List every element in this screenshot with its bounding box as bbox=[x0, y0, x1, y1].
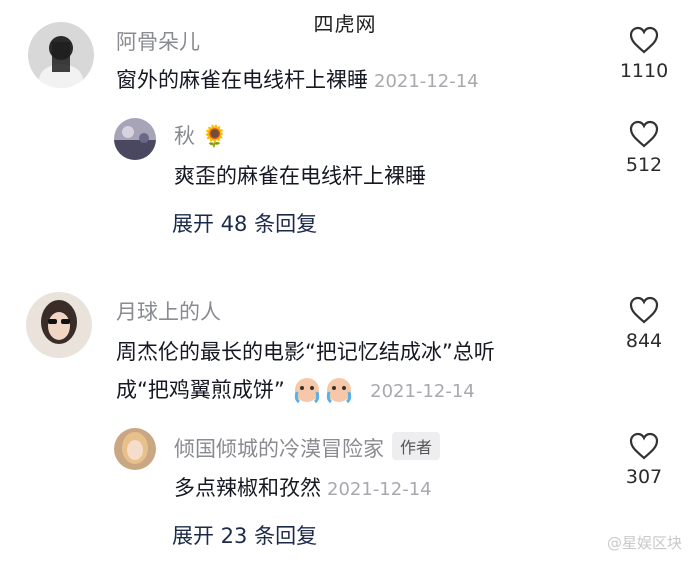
comment-date: 2021-12-14 bbox=[374, 71, 479, 92]
avatar[interactable] bbox=[114, 118, 156, 160]
reply-text: 多点辣椒和孜然 2021-12-14 bbox=[174, 472, 432, 502]
avatar[interactable] bbox=[26, 292, 92, 358]
reply-username[interactable]: 倾国倾城的冷漠冒险家 作者 bbox=[174, 432, 441, 463]
comment-text-line2: 成“把鸡翼煎成饼” 2021-12-14 bbox=[116, 374, 475, 408]
like-button[interactable]: 512 bbox=[614, 120, 674, 176]
like-button[interactable]: 1110 bbox=[614, 26, 674, 82]
expand-replies-button[interactable]: 展开 48 条回复 bbox=[172, 208, 317, 238]
comment-text: 窗外的麻雀在电线杆上裸睡 2021-12-14 bbox=[116, 64, 479, 94]
reply-text: 爽歪的麻雀在电线杆上裸睡 bbox=[174, 164, 426, 188]
like-count: 307 bbox=[625, 466, 663, 488]
like-count: 844 bbox=[625, 330, 663, 352]
avatar[interactable] bbox=[28, 22, 94, 88]
like-button[interactable]: 307 bbox=[614, 432, 674, 488]
reply-username[interactable]: 秋 🌻 bbox=[174, 120, 228, 150]
comment-date: 2021-12-14 bbox=[370, 381, 475, 402]
like-button[interactable]: 844 bbox=[614, 296, 674, 352]
like-count: 1110 bbox=[619, 60, 669, 82]
author-badge: 作者 bbox=[392, 432, 441, 460]
heart-icon bbox=[629, 26, 659, 54]
heart-icon bbox=[629, 120, 659, 148]
comment-body: 成“把鸡翼煎成饼” bbox=[116, 378, 285, 402]
comment-text-line1: 周杰伦的最长的电影“把记忆结成冰”总听 bbox=[116, 340, 495, 364]
sunflower-icon: 🌻 bbox=[201, 124, 228, 148]
crying-face-icon bbox=[291, 375, 357, 408]
reply-username-text: 秋 bbox=[174, 124, 195, 148]
avatar[interactable] bbox=[114, 428, 156, 470]
comment-username[interactable]: 月球上的人 bbox=[116, 296, 221, 326]
expand-replies-button[interactable]: 展开 23 条回复 bbox=[172, 520, 317, 550]
like-count: 512 bbox=[625, 154, 663, 176]
comment-username[interactable]: 阿骨朵儿 bbox=[116, 26, 200, 56]
reply-date: 2021-12-14 bbox=[327, 479, 432, 500]
heart-icon bbox=[629, 432, 659, 460]
watermark-bottom: @星娱区块 bbox=[606, 534, 682, 552]
reply-username-text: 倾国倾城的冷漠冒险家 bbox=[174, 437, 384, 461]
reply-body: 多点辣椒和孜然 bbox=[174, 476, 321, 500]
heart-icon bbox=[629, 296, 659, 324]
comment-body: 窗外的麻雀在电线杆上裸睡 bbox=[116, 68, 368, 92]
watermark-top: 四虎网 bbox=[313, 12, 377, 36]
